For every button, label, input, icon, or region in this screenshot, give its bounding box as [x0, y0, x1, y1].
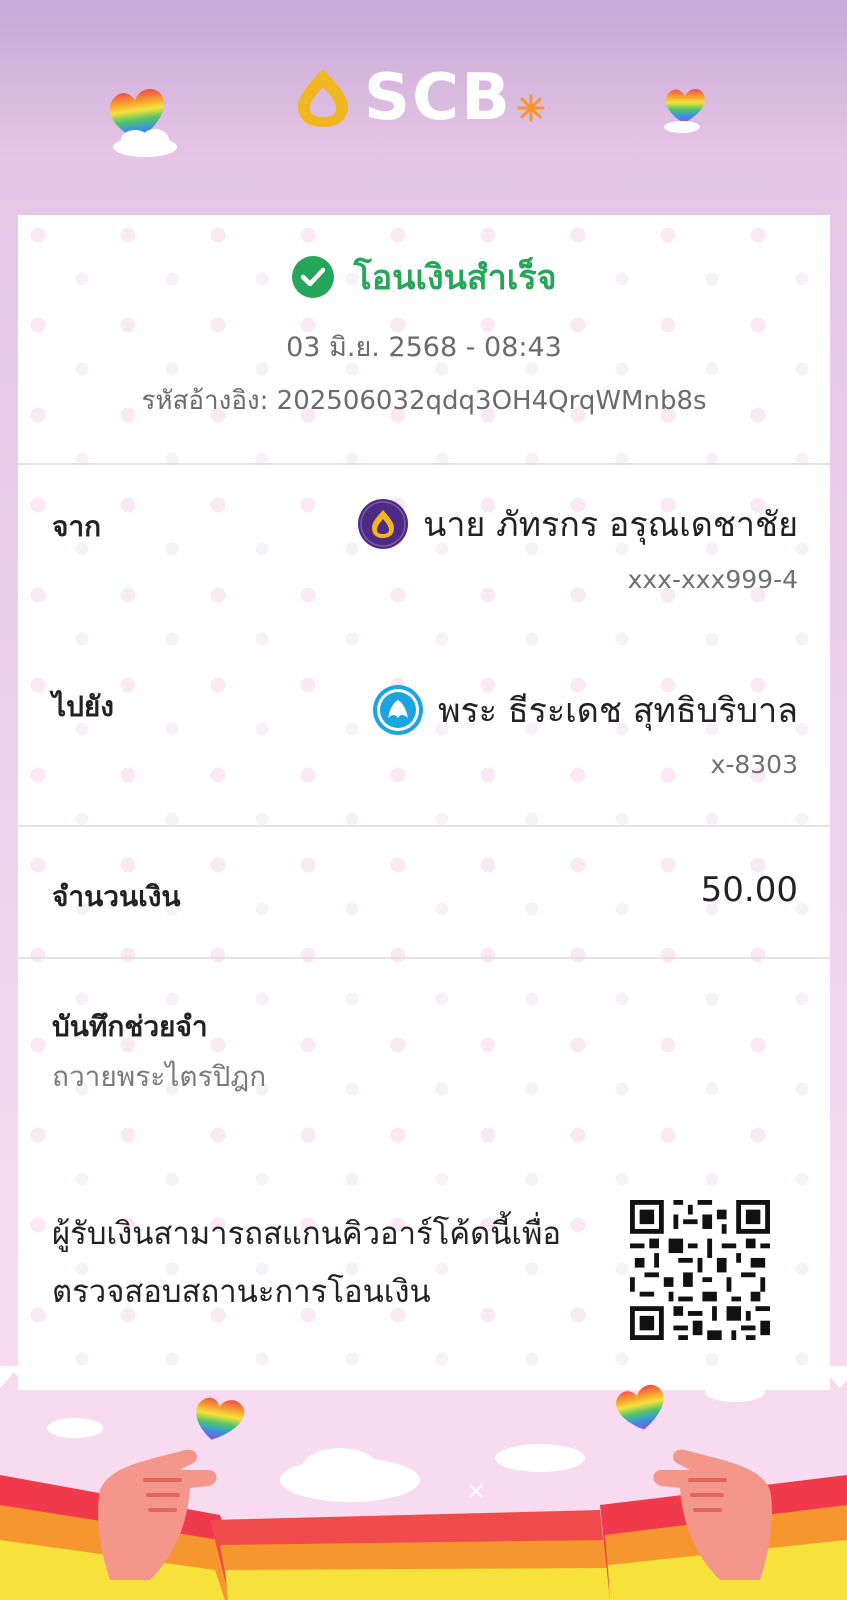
scb-logo-icon: [298, 69, 348, 127]
rainbow-heart-icon: [664, 89, 705, 133]
qr-instruction: ผู้รับเงินสามารถสแกนคิวอาร์โค้ดนี้เพื่อต…: [52, 1216, 562, 1310]
status-row: โอนเงินสำเร็จ: [18, 250, 830, 304]
rainbow-heart-icon: [110, 89, 177, 157]
sender-name: นาย ภัทรกร อรุณเดชาชัย: [423, 505, 798, 545]
from-party: นาย ภัทรกร อรุณเดชาชัย: [357, 497, 798, 551]
footer-illustration: [0, 1380, 847, 1600]
sender-account: xxx-xxx999-4: [627, 565, 798, 594]
to-label: ไปยัง: [52, 690, 114, 723]
check-circle-icon: [292, 256, 335, 298]
amount-label: จำนวนเงิน: [52, 880, 181, 913]
divider: [18, 463, 830, 465]
receipt-card: โอนเงินสำเร็จ 03 มิ.ย. 2568 - 08:43 รหัส…: [18, 215, 830, 1390]
header: SCB: [0, 0, 847, 215]
recipient-name: พระ ธีระเดช สุทธิบริบาล: [438, 691, 798, 731]
scb-logo: SCB: [290, 58, 546, 138]
sparkle-icon: [517, 94, 545, 122]
ktb-bank-icon: [373, 685, 424, 735]
memo-label: บันทึกช่วยจำ: [52, 1010, 208, 1043]
scb-bank-icon: [358, 499, 409, 549]
memo-value: ถวายพระไตรปิฎก: [52, 1060, 267, 1093]
transaction-datetime: 03 มิ.ย. 2568 - 08:43: [286, 332, 562, 363]
divider: [18, 957, 830, 959]
divider: [18, 825, 830, 827]
brand-name: SCB: [364, 61, 512, 135]
from-label: จาก: [52, 510, 102, 543]
qr-code[interactable]: [630, 1200, 770, 1340]
reference-code: รหัสอ้างอิง: 202506032qdq3OH4QrqWMnb8s: [141, 386, 707, 416]
to-party: พระ ธีระเดช สุทธิบริบาล: [372, 683, 798, 737]
status-text: โอนเงินสำเร็จ: [353, 258, 557, 298]
recipient-account: x-8303: [710, 750, 798, 779]
amount-value: 50.00: [700, 870, 798, 910]
